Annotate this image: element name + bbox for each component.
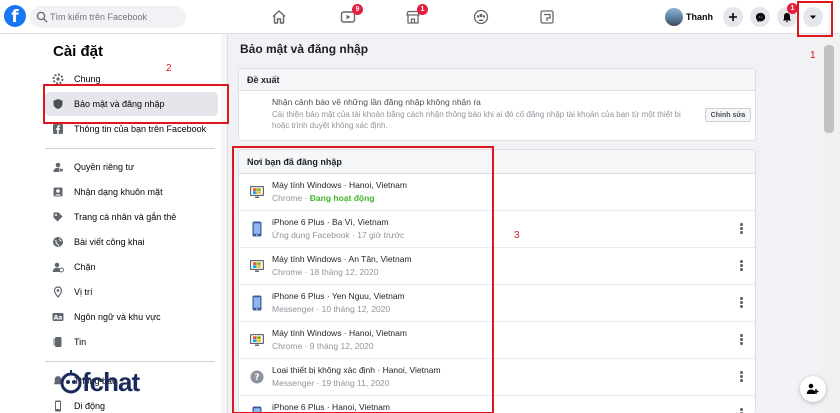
nav-gaming[interactable] <box>534 5 560 29</box>
top-navigation-bar: f 9 1 <box>0 0 840 34</box>
search-input[interactable] <box>50 9 180 25</box>
nav-watch[interactable]: 9 <box>335 4 363 29</box>
new-message-button[interactable] <box>800 376 826 402</box>
sidebar-item-privacy[interactable]: Quyền riêng tư <box>45 155 218 179</box>
edit-button[interactable]: Chỉnh sửa <box>705 108 751 122</box>
sidebar-item-location[interactable]: Vị trí <box>45 280 218 304</box>
create-button[interactable] <box>723 7 743 27</box>
language-icon: Aa <box>51 310 65 324</box>
chatbot-logo-icon <box>60 370 82 394</box>
marketplace-badge: 1 <box>417 4 428 15</box>
annotation-number-1: 1 <box>810 50 816 61</box>
watch-badge: 9 <box>352 4 363 15</box>
suggestions-card: Đề xuất Nhận cảnh báo về những lần đăng … <box>238 68 756 141</box>
svg-text:Aa: Aa <box>54 314 63 321</box>
session-more-options-icon[interactable] <box>740 260 744 272</box>
sidebar-item-label: Bài viết công khai <box>74 237 145 247</box>
watermark-logo: fchat <box>60 367 140 398</box>
messenger-button[interactable] <box>750 7 770 27</box>
sidebar-item-label: Ngôn ngữ và khu vực <box>74 312 161 322</box>
sidebar-item-label: Trang cá nhân và gắn thẻ <box>74 212 177 222</box>
sidebar-title: Cài đặt <box>53 43 104 60</box>
face-recognition-icon <box>51 185 65 199</box>
annotation-number-3: 3 <box>514 230 520 241</box>
sidebar-item-face-recognition[interactable]: Nhận dạng khuôn mặt <box>45 180 218 204</box>
annotation-box-security <box>43 84 229 124</box>
nav-home[interactable] <box>266 5 292 29</box>
profile-tag-icon <box>51 210 65 224</box>
profile-name: Thanh <box>686 12 713 22</box>
session-more-options-icon[interactable] <box>740 223 744 235</box>
card-header: Đề xuất <box>239 69 755 91</box>
sidebar-divider <box>45 148 215 149</box>
session-more-options-icon[interactable] <box>740 297 744 309</box>
page-title: Bảo mật và đăng nhập <box>240 42 369 56</box>
globe-icon <box>51 235 65 249</box>
sidebar-item-stories[interactable]: Tin <box>45 330 218 354</box>
nav-marketplace[interactable]: 1 <box>400 4 428 29</box>
sidebar-item-language[interactable]: Aa Ngôn ngữ và khu vực <box>45 305 218 329</box>
sidebar-item-blocking[interactable]: Chặn <box>45 255 218 279</box>
sidebar-item-label: Vị trí <box>74 287 93 297</box>
privacy-icon <box>51 160 65 174</box>
mobile-icon <box>51 399 65 413</box>
sidebar-item-profile-tagging[interactable]: Trang cá nhân và gắn thẻ <box>45 205 218 229</box>
session-more-options-icon[interactable] <box>740 371 744 383</box>
page-scrollbar-thumb[interactable] <box>824 45 834 133</box>
sidebar-item-label: Chặn <box>74 262 96 272</box>
suggestion-title: Nhận cảnh báo về những lần đăng nhập khô… <box>272 97 481 107</box>
facebook-logo-icon[interactable]: f <box>4 5 26 27</box>
session-more-options-icon[interactable] <box>740 408 744 413</box>
stories-icon <box>51 335 65 349</box>
home-icon <box>272 10 286 24</box>
sidebar-item-label: Chung <box>74 74 101 84</box>
gaming-icon <box>540 10 554 24</box>
sidebar-item-label: Nhận dạng khuôn mặt <box>74 187 163 197</box>
sidebar-item-label: Thông tin của bạn trên Facebook <box>74 124 207 134</box>
new-message-icon <box>806 383 819 394</box>
search-box[interactable] <box>30 6 186 28</box>
notifications-button[interactable]: 1 <box>777 3 798 27</box>
suggestion-description: Cải thiện bảo mật của tài khoản bằng các… <box>272 110 681 130</box>
messenger-icon <box>755 12 765 22</box>
location-icon <box>51 285 65 299</box>
search-icon <box>36 11 48 23</box>
annotation-number-2: 2 <box>166 63 172 74</box>
watermark-text: fchat <box>82 367 140 397</box>
annotation-box-logins <box>232 146 494 413</box>
groups-icon <box>473 9 489 25</box>
session-more-options-icon[interactable] <box>740 334 744 346</box>
nav-groups[interactable] <box>468 5 494 29</box>
sidebar-item-public-posts[interactable]: Bài viết công khai <box>45 230 218 254</box>
sidebar-item-label: Di động <box>74 401 106 411</box>
annotation-box-account-menu <box>797 1 833 37</box>
sidebar-item-label: Tin <box>74 337 87 347</box>
block-icon <box>51 260 65 274</box>
avatar <box>665 8 683 26</box>
sidebar-divider <box>45 361 215 362</box>
sidebar-item-label: Quyền riêng tư <box>74 162 135 172</box>
facebook-info-icon <box>51 122 65 136</box>
plus-icon <box>729 13 737 21</box>
profile-shortcut[interactable]: Thanh <box>665 7 713 27</box>
